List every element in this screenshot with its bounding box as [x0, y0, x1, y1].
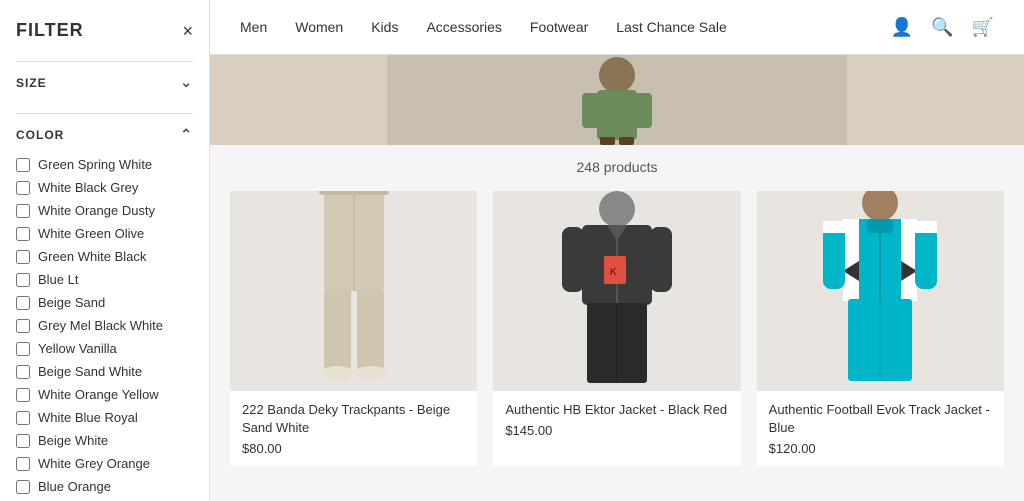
product-image-product-3 [757, 191, 1004, 391]
color-checkbox-beige-white[interactable] [16, 434, 30, 448]
color-label-white-orange-yellow: White Orange Yellow [38, 387, 159, 402]
products-count: 248 products [230, 159, 1004, 175]
nav-bar: Men Women Kids Accessories Footwear Last Chan… [210, 0, 1024, 55]
color-label-white-black-grey: White Black Grey [38, 180, 138, 195]
color-label-white-blue-royal: White Blue Royal [38, 410, 138, 425]
nav-link-men[interactable]: Men [240, 19, 267, 35]
hero-banner [210, 55, 1024, 145]
products-grid: 222 Banda Deky Trackpants - Beige Sand W… [230, 191, 1004, 466]
size-chevron-icon: ⌄ [180, 74, 193, 91]
color-item-blue-lt[interactable]: Blue Lt [16, 268, 193, 291]
product-card-product-2[interactable]: K Authentic HB Ektor Jacket - Black Red $… [493, 191, 740, 466]
color-item-beige-sand[interactable]: Beige Sand [16, 291, 193, 314]
color-item-grey-mel-black-white[interactable]: Grey Mel Black White [16, 314, 193, 337]
color-section-label: COLOR [16, 128, 64, 142]
color-checkbox-beige-sand-white[interactable] [16, 365, 30, 379]
color-checkbox-grey-mel-black-white[interactable] [16, 319, 30, 333]
product-name-product-1: 222 Banda Deky Trackpants - Beige Sand W… [242, 401, 465, 437]
color-label-green-white-black: Green White Black [38, 249, 146, 264]
svg-text:K: K [610, 267, 617, 278]
color-checkbox-yellow-vanilla[interactable] [16, 342, 30, 356]
search-icon[interactable]: 🔍 [931, 17, 953, 38]
color-item-green-spring-white[interactable]: Green Spring White [16, 153, 193, 176]
color-section-header[interactable]: COLOR ⌃ [16, 126, 193, 143]
color-label-grey-mel-black-white: Grey Mel Black White [38, 318, 163, 333]
nav-link-last-chance-sale[interactable]: Last Chance Sale [616, 19, 727, 35]
color-checkbox-white-black-grey[interactable] [16, 181, 30, 195]
color-item-white-orange-yellow[interactable]: White Orange Yellow [16, 383, 193, 406]
color-checkbox-white-grey-orange[interactable] [16, 457, 30, 471]
color-item-yellow-vanilla[interactable]: Yellow Vanilla [16, 337, 193, 360]
filter-title: FILTER [16, 20, 84, 41]
color-item-blue-orange[interactable]: Blue Orange [16, 475, 193, 498]
product-name-product-2: Authentic HB Ektor Jacket - Black Red [505, 401, 728, 419]
color-label-beige-sand: Beige Sand [38, 295, 105, 310]
product-price-product-2: $145.00 [505, 423, 728, 438]
color-checkbox-beige-sand[interactable] [16, 296, 30, 310]
color-label-blue-orange: Blue Orange [38, 479, 111, 494]
nav-link-footwear[interactable]: Footwear [530, 19, 588, 35]
color-item-beige-white[interactable]: Beige White [16, 429, 193, 452]
product-image-product-2: K [493, 191, 740, 391]
color-checkbox-blue-lt[interactable] [16, 273, 30, 287]
filter-sidebar: FILTER × SIZE ⌄ COLOR ⌃ Green Spring Whi… [0, 0, 210, 501]
cart-icon[interactable]: 🛒 [972, 17, 994, 38]
product-info-product-2: Authentic HB Ektor Jacket - Black Red $14… [493, 391, 740, 448]
main-content: Men Women Kids Accessories Footwear Last Chan… [210, 0, 1024, 501]
color-label-beige-sand-white: Beige Sand White [38, 364, 142, 379]
product-image-product-1 [230, 191, 477, 391]
color-label-white-grey-orange: White Grey Orange [38, 456, 150, 471]
nav-link-kids[interactable]: Kids [371, 19, 398, 35]
color-item-white-grey-orange[interactable]: White Grey Orange [16, 452, 193, 475]
close-filter-button[interactable]: × [182, 22, 193, 40]
product-price-product-3: $120.00 [769, 441, 992, 456]
color-item-white-green-olive[interactable]: White Green Olive [16, 222, 193, 245]
color-checkbox-green-spring-white[interactable] [16, 158, 30, 172]
color-item-green-white-black[interactable]: Green White Black [16, 245, 193, 268]
color-checkbox-white-blue-royal[interactable] [16, 411, 30, 425]
color-item-beige-sand-white[interactable]: Beige Sand White [16, 360, 193, 383]
color-label-white-orange-dusty: White Orange Dusty [38, 203, 155, 218]
color-filter-section: COLOR ⌃ Green Spring White White Black Gr… [16, 113, 193, 501]
color-label-beige-white: Beige White [38, 433, 108, 448]
color-checkbox-white-orange-dusty[interactable] [16, 204, 30, 218]
color-item-white-orange-dusty[interactable]: White Orange Dusty [16, 199, 193, 222]
color-label-blue-lt: Blue Lt [38, 272, 78, 287]
color-checkbox-green-white-black[interactable] [16, 250, 30, 264]
color-label-white-green-olive: White Green Olive [38, 226, 144, 241]
nav-link-accessories[interactable]: Accessories [426, 19, 501, 35]
nav-links: Men Women Kids Accessories Footwear Last Chan… [240, 19, 727, 35]
color-label-yellow-vanilla: Yellow Vanilla [38, 341, 117, 356]
product-name-product-3: Authentic Football Evok Track Jacket - B… [769, 401, 992, 437]
color-chevron-icon: ⌃ [180, 126, 193, 143]
product-info-product-1: 222 Banda Deky Trackpants - Beige Sand W… [230, 391, 477, 466]
product-price-product-1: $80.00 [242, 441, 465, 456]
product-card-product-1[interactable]: 222 Banda Deky Trackpants - Beige Sand W… [230, 191, 477, 466]
nav-link-women[interactable]: Women [295, 19, 343, 35]
color-label-green-spring-white: Green Spring White [38, 157, 152, 172]
color-list: Green Spring White White Black Grey White … [16, 153, 193, 498]
account-icon[interactable]: 👤 [891, 17, 913, 38]
sidebar-header: FILTER × [16, 20, 193, 41]
color-checkbox-white-green-olive[interactable] [16, 227, 30, 241]
nav-icons: 👤 🔍 🛒 [891, 17, 994, 38]
color-checkbox-blue-orange[interactable] [16, 480, 30, 494]
product-card-product-3[interactable]: Authentic Football Evok Track Jacket - B… [757, 191, 1004, 466]
size-filter-section: SIZE ⌄ [16, 61, 193, 113]
color-item-white-blue-royal[interactable]: White Blue Royal [16, 406, 193, 429]
product-info-product-3: Authentic Football Evok Track Jacket - B… [757, 391, 1004, 466]
size-section-label: SIZE [16, 76, 47, 90]
color-checkbox-white-orange-yellow[interactable] [16, 388, 30, 402]
size-section-header[interactable]: SIZE ⌄ [16, 74, 193, 91]
hero-image [387, 55, 847, 145]
products-section: 248 products 222 Banda Deky Trackpants -… [210, 145, 1024, 480]
color-item-white-black-grey[interactable]: White Black Grey [16, 176, 193, 199]
